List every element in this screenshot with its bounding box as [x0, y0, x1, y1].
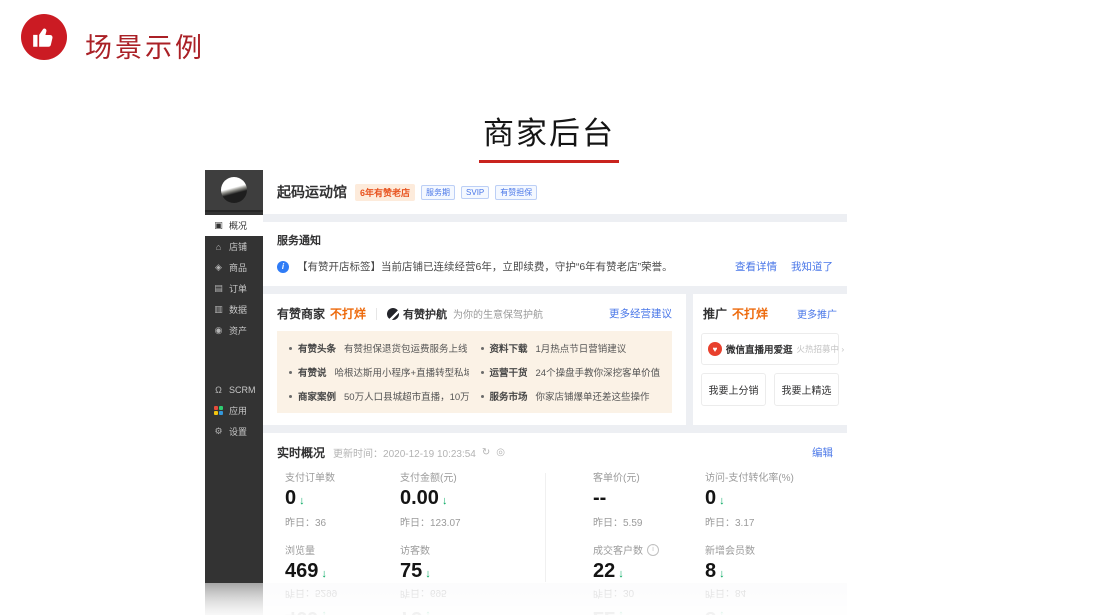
stat-conversion-rate: 访问-支付转化率(%) 0↓ 昨日：3.17: [705, 469, 847, 529]
wechat-live-title: 微信直播用爱逛: [726, 342, 793, 356]
goods-icon: ◈: [213, 262, 224, 273]
gear-icon: ⚙: [213, 426, 224, 437]
stat-avg-order-value: 客单价(元) -- 昨日：5.59: [593, 469, 705, 529]
dashboard-reflection: 469↓ 昨日：5299 75↓ 昨日：695 22↓ 昨日：30 8↓ 昨日：…: [205, 583, 847, 615]
page-title: 商家后台: [0, 108, 1098, 153]
feed-item[interactable]: 有赞头条 有赞担保退货包运费服务上线: [289, 341, 469, 355]
merchant-dashboard: ▣ 概况 ⌂ 店铺 ◈ 商品 ▤ 订单 ▥ 数据: [205, 170, 847, 615]
stat-paid-orders: 支付订单数 0↓ 昨日：36: [285, 469, 400, 529]
more-advice-link[interactable]: 更多经营建议: [609, 306, 672, 321]
acknowledge-link[interactable]: 我知道了: [791, 259, 833, 274]
trend-down-icon: ↓: [442, 495, 448, 507]
bullet-icon: [289, 347, 292, 350]
more-promotion-link[interactable]: 更多推广: [797, 306, 837, 321]
bullet-icon: [481, 371, 484, 374]
bullet-icon: [481, 395, 484, 398]
store-header: 起码运动馆 6年有赞老店 服务期 SVIP 有赞担保: [263, 170, 847, 214]
notice-row: i 【有赞开店标签】当前店铺已连续经营6年，立即续费，守护“6年有赞老店”荣誉。…: [277, 259, 833, 274]
main-content: 起码运动馆 6年有赞老店 服务期 SVIP 有赞担保 服务通知 i 【有赞开店标…: [263, 170, 847, 583]
stat-paid-amount: 支付金额(元) 0.00↓ 昨日：123.07: [400, 469, 593, 529]
escort-title: 有赞护航: [403, 306, 447, 322]
service-notice-card: 服务通知 i 【有赞开店标签】当前店铺已连续经营6年，立即续费，守护“6年有赞老…: [263, 222, 847, 286]
sidebar: ▣ 概况 ⌂ 店铺 ◈ 商品 ▤ 订单 ▥ 数据: [205, 170, 263, 583]
feed-item[interactable]: 服务市场 你家店铺爆单还差这些操作: [481, 389, 661, 403]
sidebar-item-orders[interactable]: ▤ 订单: [205, 278, 263, 299]
stats-group-divider: [545, 473, 546, 582]
bullet-icon: [289, 371, 292, 374]
store-avatar: [221, 177, 247, 203]
apps-grid-icon: [214, 406, 223, 415]
bullet-icon: [289, 395, 292, 398]
trend-down-icon: ↓: [425, 568, 431, 580]
feed-item[interactable]: 资料下载 1月热点节日营销建议: [481, 341, 661, 355]
feed-item[interactable]: 有赞说 哈根达斯用小程序+直播转型私域: [289, 365, 469, 379]
sidebar-item-assets[interactable]: ◉ 资产: [205, 320, 263, 341]
sidebar-item-data[interactable]: ▥ 数据: [205, 299, 263, 320]
stats-reflection: 469↓ 昨日：5299 75↓ 昨日：695 22↓ 昨日：30 8↓ 昨日：…: [263, 587, 847, 615]
aiguang-heart-icon: ♥: [708, 342, 722, 356]
stat-paying-customers: 成交客户数i 22↓ 昨日：30: [593, 542, 705, 583]
sidebar-item-scrm[interactable]: Ω SCRM: [205, 379, 263, 400]
trend-down-icon: ↓: [719, 495, 725, 507]
slide: 场景示例 商家后台 ▣ 概况 ⌂ 店铺 ◈ 商品: [0, 0, 1098, 615]
merchant-title: 有赞商家: [277, 305, 325, 322]
promotion-title: 推广: [703, 305, 727, 322]
trend-down-icon: ↓: [299, 495, 305, 507]
recruiting-status: 火热招募中 ›: [797, 343, 845, 355]
merchant-open-card: 有赞商家 不打烊 有赞护航 为你的生意保驾护航 更多经营建议 有赞头条: [263, 294, 686, 425]
sidebar-item-store[interactable]: ⌂ 店铺: [205, 236, 263, 257]
stat-visitors: 访客数 75↓ 昨日：695: [400, 542, 593, 583]
thumbs-up-icon: [21, 14, 67, 60]
scrm-icon: Ω: [213, 385, 224, 395]
guarantee-badge: 有赞担保: [495, 185, 537, 200]
overview-icon: ▣: [213, 220, 224, 231]
refresh-icon[interactable]: ↻: [482, 447, 490, 458]
bullet-icon: [481, 347, 484, 350]
stat-pageviews: 浏览量 469↓ 昨日：5299: [285, 542, 400, 583]
store-age-badge: 6年有赞老店: [355, 184, 415, 201]
realtime-title: 实时概况: [277, 444, 325, 461]
merchant-status: 不打烊: [330, 305, 366, 322]
info-icon: i: [277, 261, 289, 273]
service-notice-title: 服务通知: [277, 232, 833, 248]
title-underline: [479, 160, 619, 163]
orders-icon: ▤: [213, 283, 224, 294]
escort-logo-icon: [387, 308, 399, 320]
promotion-card: 推广 不打烊 更多推广 ♥ 微信直播用爱逛 火热招募中 › 我要上分销 我要上精…: [693, 294, 847, 425]
sidebar-item-apps[interactable]: 应用: [205, 400, 263, 421]
store-icon: ⌂: [213, 242, 224, 252]
sidebar-spacer: [205, 341, 263, 379]
escort-subtitle: 为你的生意保驾护航: [453, 306, 543, 321]
sidebar-item-settings[interactable]: ⚙ 设置: [205, 421, 263, 442]
slide-section-label: 场景示例: [85, 26, 205, 65]
edit-link[interactable]: 编辑: [812, 445, 833, 460]
trend-down-icon: ↓: [719, 568, 725, 580]
news-feed-panel: 有赞头条 有赞担保退货包运费服务上线 有赞说 哈根达斯用小程序+直播转型私域 商…: [277, 331, 672, 413]
updated-timestamp: 更新时间：2020-12-19 10:23:54: [333, 445, 476, 460]
svip-badge: SVIP: [461, 186, 489, 199]
data-icon: ▥: [213, 304, 224, 315]
store-logo[interactable]: [205, 170, 263, 212]
assets-icon: ◉: [213, 325, 224, 336]
join-featured-button[interactable]: 我要上精选: [774, 373, 839, 406]
sidebar-reflection: [205, 583, 263, 615]
service-period-badge: 服务期: [421, 185, 455, 200]
trend-down-icon: ↓: [321, 568, 327, 580]
stat-new-members: 新增会员数 8↓ 昨日：84: [705, 542, 847, 583]
feed-item[interactable]: 运营干货 24个操盘手教你深挖客单价值: [481, 365, 661, 379]
wechat-live-entry[interactable]: ♥ 微信直播用爱逛 火热招募中 ›: [701, 333, 839, 365]
join-distribution-button[interactable]: 我要上分销: [701, 373, 766, 406]
promotion-status: 不打烊: [732, 305, 768, 322]
eye-icon[interactable]: ◎: [496, 447, 505, 458]
divider: [376, 308, 377, 320]
store-name: 起码运动馆: [277, 182, 347, 202]
sidebar-item-overview[interactable]: ▣ 概况: [205, 215, 263, 236]
realtime-overview-card: 实时概况 更新时间：2020-12-19 10:23:54 ↻ ◎ 编辑 支付订…: [263, 433, 847, 583]
sidebar-item-goods[interactable]: ◈ 商品: [205, 257, 263, 278]
info-tooltip-icon[interactable]: i: [647, 544, 659, 556]
notice-text: 【有赞开店标签】当前店铺已连续经营6年，立即续费，守护“6年有赞老店”荣誉。: [297, 259, 673, 274]
view-details-link[interactable]: 查看详情: [735, 259, 777, 274]
feed-item[interactable]: 商家案例 50万人口县城超市直播，10万人看: [289, 389, 469, 403]
trend-down-icon: ↓: [618, 568, 624, 580]
